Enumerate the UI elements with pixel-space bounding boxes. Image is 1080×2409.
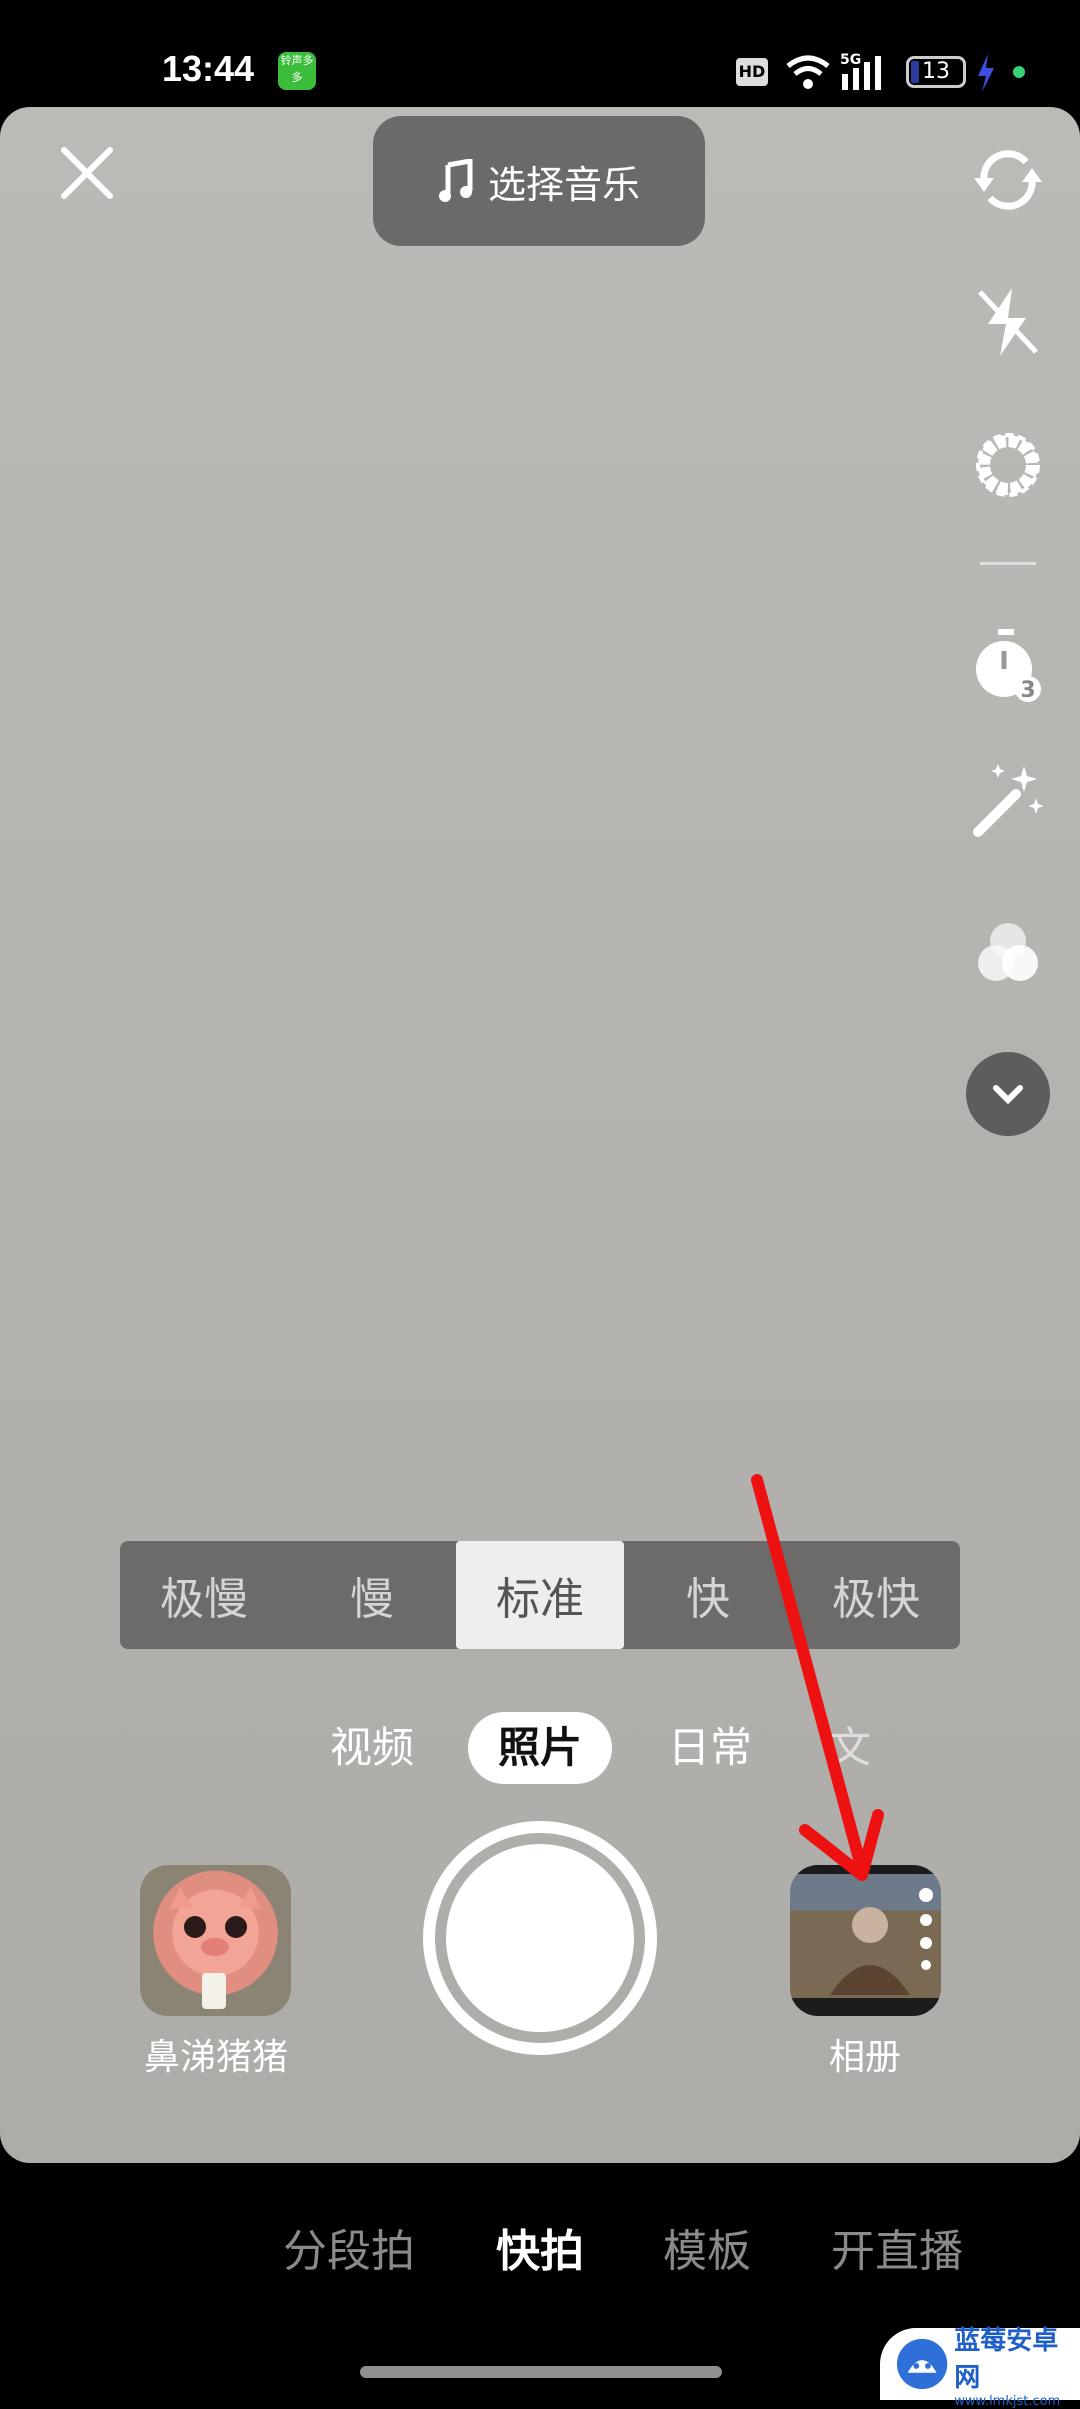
effect-thumbnail[interactable] [140, 1865, 291, 2016]
bottom-tab-go-live[interactable]: 开直播 [831, 2215, 963, 2279]
shutter-button[interactable] [423, 1821, 657, 2055]
flip-camera-icon [974, 150, 1042, 210]
status-time: 13:44 [162, 48, 255, 89]
watermark: 蓝莓安卓网 www.lmkjst.com [880, 2326, 1080, 2409]
home-indicator[interactable] [360, 2366, 722, 2378]
bottom-tab-templates[interactable]: 模板 [663, 2215, 751, 2279]
flip-camera-button[interactable] [966, 138, 1050, 222]
timer-button[interactable]: 3 [966, 623, 1050, 707]
effect-label: 鼻涕猪猪 [143, 2037, 288, 2078]
charging-icon [978, 54, 994, 92]
signal-icon [842, 56, 881, 90]
mode-tab-daily[interactable]: 日常 [650, 1712, 770, 1784]
toolbar-divider [980, 562, 1036, 565]
album-label: 相册 [828, 2037, 901, 2078]
hd-badge: HD [736, 58, 768, 86]
bottom-tab-quick-shot[interactable]: 快拍 [496, 2215, 584, 2279]
pig-sticker-icon [170, 1887, 261, 2009]
speed-option[interactable]: 快 [624, 1541, 792, 1649]
privacy-dot [1013, 66, 1025, 78]
album-thumbnail[interactable] [790, 1865, 941, 2016]
music-note-icon [438, 159, 473, 202]
speed-option[interactable]: 极慢 [120, 1541, 288, 1649]
close-icon[interactable] [56, 142, 118, 204]
svg-text:3: 3 [1020, 678, 1035, 703]
settings-icon [976, 433, 1040, 497]
watermark-title: 蓝莓安卓网 [954, 2325, 1059, 2393]
chevron-down-icon [993, 1085, 1023, 1105]
mode-tab-video[interactable]: 视频 [312, 1712, 432, 1784]
speed-option[interactable]: 极快 [792, 1541, 960, 1649]
select-music-label: 选择音乐 [487, 162, 640, 207]
filters-button[interactable] [966, 913, 1050, 997]
battery-level: 13 [922, 59, 950, 84]
speed-selector: 极慢 慢 标准 快 极快 [120, 1541, 960, 1649]
flash-off-icon [978, 288, 1038, 356]
speed-option[interactable]: 慢 [288, 1541, 456, 1649]
wifi-icon [786, 55, 830, 89]
status-bar: 13:44 铃声多多 HD 5G 13 [0, 0, 1080, 107]
mode-tab-photo[interactable]: 照片 [468, 1712, 612, 1784]
watermark-url: www.lmkjst.com [954, 2393, 1061, 2409]
watermark-logo-icon [896, 2338, 948, 2390]
magic-wand-icon [973, 764, 1044, 837]
effects-button[interactable] [966, 758, 1050, 842]
app-notification-icon: 铃声多多 [278, 52, 316, 90]
bottom-tab-segmented[interactable]: 分段拍 [283, 2215, 415, 2279]
mode-tab-text[interactable]: 文 [820, 1712, 880, 1784]
battery-icon: 13 [906, 56, 966, 88]
timer-3-icon: 3 [976, 629, 1041, 703]
flash-button[interactable] [966, 280, 1050, 364]
more-tools-button[interactable] [966, 1052, 1050, 1136]
speed-option-selected[interactable]: 标准 [456, 1541, 624, 1649]
settings-button[interactable] [966, 423, 1050, 507]
select-music-button[interactable]: 选择音乐 [373, 116, 705, 246]
album-preview-image [830, 1888, 933, 1995]
filters-icon [978, 923, 1038, 981]
